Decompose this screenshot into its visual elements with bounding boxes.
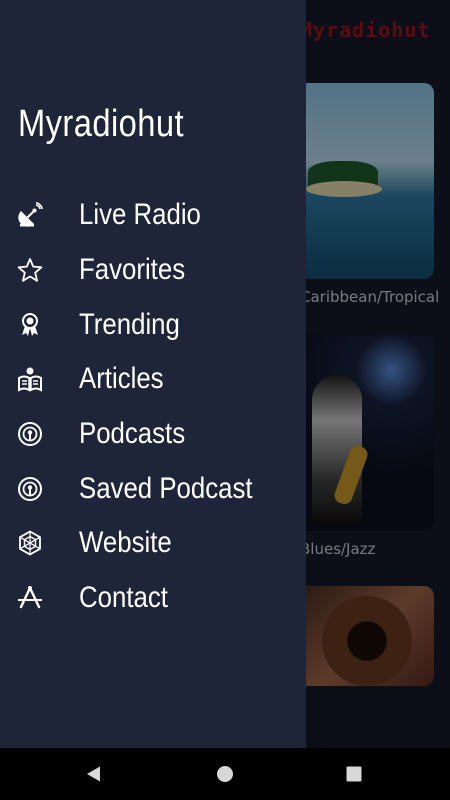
menu-item-label: Articles bbox=[79, 362, 164, 396]
menu-item-label: Trending bbox=[79, 307, 180, 341]
menu-item-label: Saved Podcast bbox=[79, 471, 253, 505]
podcast-icon bbox=[16, 475, 44, 503]
star-icon bbox=[16, 256, 44, 284]
drawer-title: Myradiohut bbox=[18, 103, 184, 145]
menu-item-label: Website bbox=[79, 526, 172, 560]
reader-icon bbox=[16, 365, 44, 393]
award-ribbon-icon bbox=[16, 311, 44, 339]
menu-item-saved-podcast[interactable]: Saved Podcast bbox=[0, 461, 306, 516]
menu-item-label: Favorites bbox=[79, 253, 186, 287]
contact-icon bbox=[16, 584, 44, 612]
menu-item-label: Contact bbox=[79, 581, 168, 615]
menu-item-favorites[interactable]: Favorites bbox=[0, 243, 306, 298]
menu-item-articles[interactable]: Articles bbox=[0, 352, 306, 407]
podcast-icon bbox=[16, 420, 44, 448]
menu-item-website[interactable]: Website bbox=[0, 516, 306, 571]
menu-item-trending[interactable]: Trending bbox=[0, 297, 306, 352]
web-icon bbox=[16, 529, 44, 557]
drawer-menu: Live Radio Favorites Trending Articles P bbox=[0, 188, 306, 626]
menu-item-contact[interactable]: Contact bbox=[0, 571, 306, 626]
menu-item-label: Podcasts bbox=[79, 417, 186, 451]
home-icon[interactable] bbox=[215, 764, 235, 784]
navigation-drawer: Myradiohut Live Radio Favorites Trending… bbox=[0, 0, 306, 748]
menu-item-label: Live Radio bbox=[79, 198, 201, 232]
satellite-dish-icon bbox=[16, 201, 44, 229]
recents-icon[interactable] bbox=[344, 764, 364, 784]
back-icon[interactable] bbox=[84, 764, 104, 784]
system-nav-bar bbox=[0, 748, 450, 800]
menu-item-podcasts[interactable]: Podcasts bbox=[0, 407, 306, 462]
menu-item-live-radio[interactable]: Live Radio bbox=[0, 188, 306, 243]
